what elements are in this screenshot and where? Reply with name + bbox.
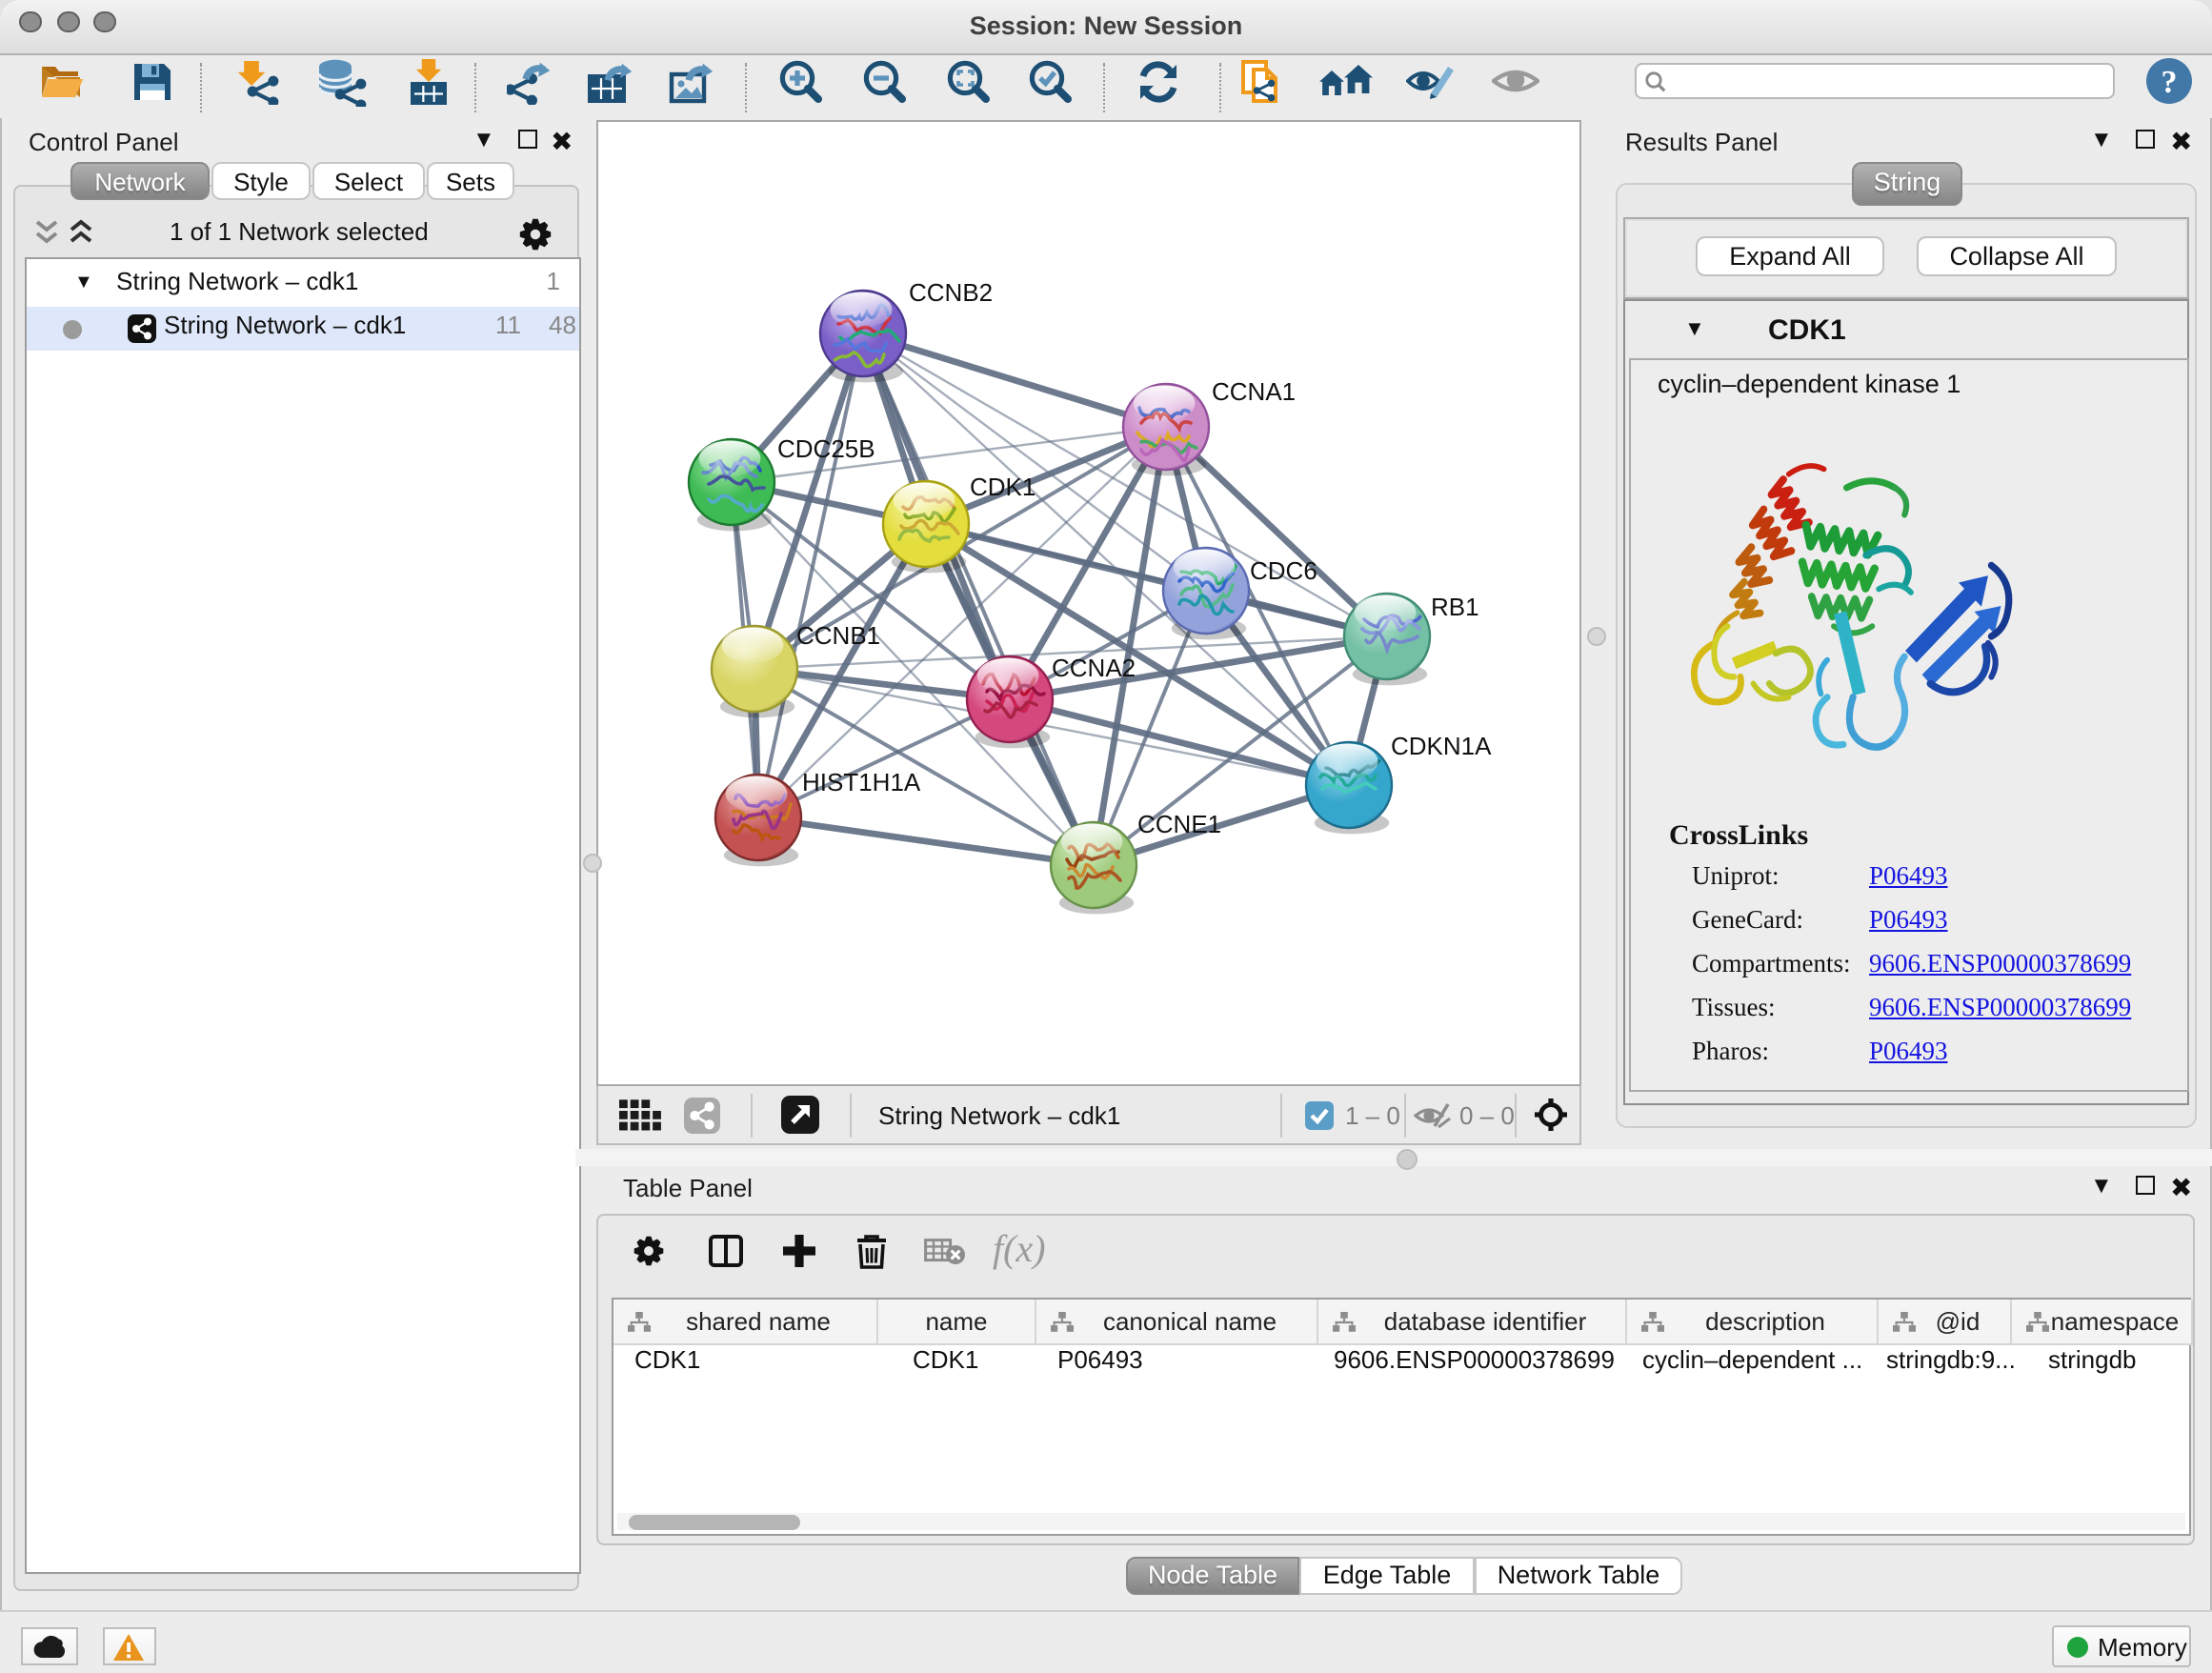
svg-text:CDC6: CDC6: [1250, 556, 1317, 585]
svg-text:CDKN1A: CDKN1A: [1391, 732, 1492, 760]
svg-text:?: ?: [2162, 65, 2178, 100]
svg-text:CCNB2: CCNB2: [909, 278, 993, 307]
svg-text:CCNB1: CCNB1: [796, 621, 880, 650]
svg-text:RB1: RB1: [1431, 593, 1479, 621]
svg-text:CDC25B: CDC25B: [777, 434, 875, 463]
svg-text:CCNE1: CCNE1: [1137, 810, 1221, 838]
svg-text:CCNA2: CCNA2: [1052, 654, 1136, 682]
svg-text:HIST1H1A: HIST1H1A: [802, 768, 921, 796]
svg-text:CCNA1: CCNA1: [1212, 377, 1296, 406]
svg-text:CDK1: CDK1: [970, 473, 1036, 501]
